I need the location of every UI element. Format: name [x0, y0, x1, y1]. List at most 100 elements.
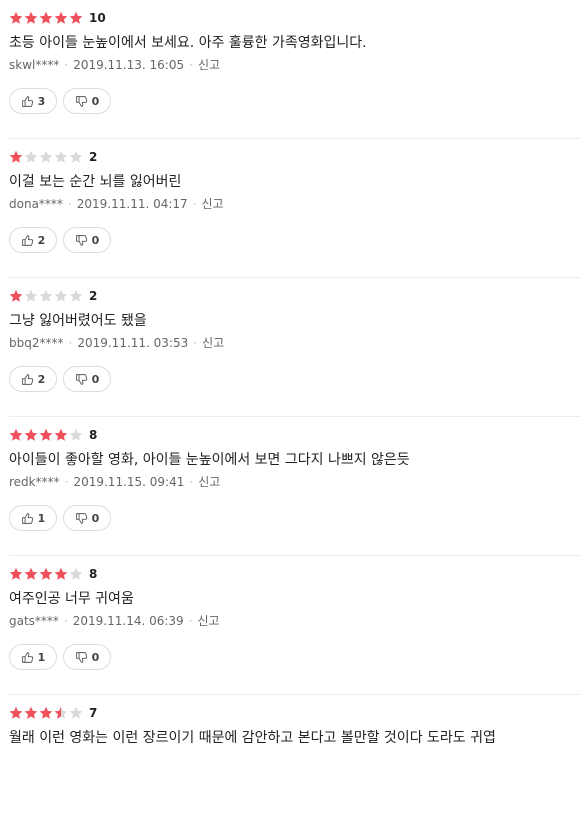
star-icon — [69, 428, 83, 442]
separator-dot: · — [63, 614, 68, 628]
star-icon — [9, 428, 23, 442]
dislike-button[interactable]: 0 — [63, 505, 111, 531]
review-user: bbq2**** — [9, 336, 64, 350]
separator-dot: · — [192, 197, 197, 211]
review-datetime: 2019.11.15. 09:41 — [73, 475, 185, 489]
star-icon — [39, 706, 53, 720]
star-icon — [9, 11, 23, 25]
report-link[interactable]: 신고 — [202, 197, 224, 211]
separator-dot: · — [64, 475, 69, 489]
dislike-count: 0 — [91, 94, 100, 108]
review-item: 2 이걸 보는 순간 뇌를 잃어버린 dona**** · 2019.11.11. … — [0, 139, 580, 278]
dislike-count: 0 — [91, 372, 100, 386]
review-user: dona**** — [9, 197, 63, 211]
review-user: redk**** — [9, 475, 60, 489]
separator-dot: · — [68, 336, 73, 350]
report-link[interactable]: 신고 — [198, 614, 220, 628]
review-item: 2 그냥 잃어버렸어도 됐을 bbq2**** · 2019.11.11. 03:5… — [0, 278, 580, 417]
thumbs-down-icon — [75, 373, 87, 385]
like-count: 2 — [37, 233, 46, 247]
star-icon — [24, 567, 38, 581]
separator-dot: · — [189, 475, 194, 489]
star-icon — [24, 289, 38, 303]
like-button[interactable]: 3 — [9, 88, 57, 114]
review-comment: 이걸 보는 순간 뇌를 잃어버린 — [9, 174, 182, 190]
rating-row: 2 — [9, 287, 97, 305]
separator-dot: · — [193, 336, 198, 350]
star-icon — [24, 11, 38, 25]
star-rating — [9, 567, 84, 581]
star-icon — [54, 11, 68, 25]
review-comment: 월래 이런 영화는 이런 장르이기 때문에 감안하고 본다고 볼만할 것이다 도… — [9, 730, 496, 746]
vote-buttons: 1 0 — [9, 505, 117, 531]
star-icon — [69, 567, 83, 581]
rating-score: 8 — [89, 567, 98, 581]
like-count: 3 — [37, 94, 46, 108]
star-icon — [54, 428, 68, 442]
star-icon — [54, 150, 68, 164]
review-item: 7 월래 이런 영화는 이런 장르이기 때문에 감안하고 본다고 볼만할 것이다… — [0, 695, 580, 834]
star-icon — [39, 428, 53, 442]
dislike-button[interactable]: 0 — [63, 644, 111, 670]
like-button[interactable]: 2 — [9, 227, 57, 253]
star-icon — [9, 289, 23, 303]
rating-score: 2 — [89, 289, 98, 303]
like-count: 2 — [37, 372, 46, 386]
like-button[interactable]: 2 — [9, 366, 57, 392]
star-icon — [69, 289, 83, 303]
review-meta: bbq2**** · 2019.11.11. 03:53 · 신고 — [9, 335, 224, 351]
star-rating — [9, 428, 84, 442]
like-button[interactable]: 1 — [9, 505, 57, 531]
like-count: 1 — [37, 511, 46, 525]
star-icon — [54, 706, 68, 720]
star-icon — [9, 150, 23, 164]
star-rating — [9, 289, 84, 303]
star-icon — [9, 706, 23, 720]
rating-row: 8 — [9, 565, 97, 583]
thumbs-down-icon — [75, 512, 87, 524]
thumbs-down-icon — [75, 651, 87, 663]
report-link[interactable]: 신고 — [202, 336, 224, 350]
report-link[interactable]: 신고 — [198, 58, 220, 72]
review-item: 8 아이들이 좋아할 영화, 아이들 눈높이에서 보면 그다지 나쁘지 않은듯 … — [0, 417, 580, 556]
rating-score: 2 — [89, 150, 98, 164]
dislike-count: 0 — [91, 233, 100, 247]
review-datetime: 2019.11.14. 06:39 — [72, 614, 184, 628]
star-icon — [69, 706, 83, 720]
rating-score: 10 — [89, 11, 106, 25]
thumbs-up-icon — [21, 373, 33, 385]
rating-row: 7 — [9, 704, 97, 722]
star-icon — [9, 567, 23, 581]
vote-buttons: 3 0 — [9, 88, 117, 114]
dislike-button[interactable]: 0 — [63, 88, 111, 114]
review-meta: redk**** · 2019.11.15. 09:41 · 신고 — [9, 474, 220, 490]
thumbs-up-icon — [21, 95, 33, 107]
star-rating — [9, 11, 84, 25]
star-icon — [54, 289, 68, 303]
thumbs-up-icon — [21, 234, 33, 246]
review-list: 10 초등 아이들 눈높이에서 보세요. 아주 훌륭한 가족영화입니다. skw… — [0, 0, 580, 834]
like-button[interactable]: 1 — [9, 644, 57, 670]
review-user: skwl**** — [9, 58, 60, 72]
star-icon — [39, 11, 53, 25]
dislike-button[interactable]: 0 — [63, 366, 111, 392]
review-comment: 그냥 잃어버렸어도 됐을 — [9, 313, 147, 329]
separator-dot: · — [67, 197, 72, 211]
report-link[interactable]: 신고 — [198, 475, 220, 489]
rating-row: 2 — [9, 148, 97, 166]
like-count: 1 — [37, 650, 46, 664]
vote-buttons: 2 0 — [9, 366, 117, 392]
review-user: gats**** — [9, 614, 59, 628]
star-icon — [69, 11, 83, 25]
dislike-count: 0 — [91, 511, 100, 525]
rating-row: 8 — [9, 426, 97, 444]
separator-dot: · — [188, 614, 193, 628]
thumbs-down-icon — [75, 234, 87, 246]
star-icon — [39, 289, 53, 303]
review-comment: 아이들이 좋아할 영화, 아이들 눈높이에서 보면 그다지 나쁘지 않은듯 — [9, 452, 410, 468]
review-meta: dona**** · 2019.11.11. 04:17 · 신고 — [9, 196, 224, 212]
thumbs-up-icon — [21, 651, 33, 663]
dislike-button[interactable]: 0 — [63, 227, 111, 253]
vote-buttons: 2 0 — [9, 227, 117, 253]
review-meta: skwl**** · 2019.11.13. 16:05 · 신고 — [9, 57, 220, 73]
